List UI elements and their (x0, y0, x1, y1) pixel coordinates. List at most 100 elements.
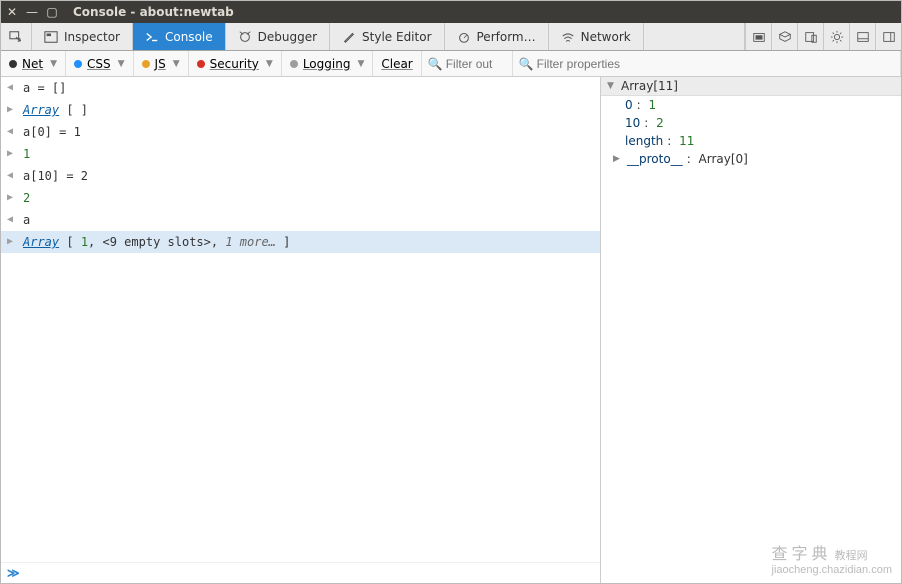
tab-label: Console (165, 30, 213, 44)
filter-label: JS (155, 57, 166, 71)
log-text: a (23, 211, 30, 229)
log-text: 1 (23, 145, 30, 163)
console-log-rows: a = [] Array [ ] a[0] = 1 1 a[10] = 2 2 (1, 77, 600, 583)
inspector-node[interactable]: ▶ __proto__: Array[0] (601, 150, 901, 168)
inspector-root-node[interactable]: ▼ Array[11] (601, 77, 901, 96)
filter-js[interactable]: JS ▼ (134, 51, 189, 76)
dock-icon (856, 30, 870, 44)
inspector-node[interactable]: 10: 2 (601, 114, 901, 132)
node-label: Array[11] (621, 79, 678, 93)
inspector-node[interactable]: length: 11 (601, 132, 901, 150)
toolbox-pick-button[interactable] (1, 23, 32, 50)
main-split: a = [] Array [ ] a[0] = 1 1 a[10] = 2 2 (1, 77, 901, 583)
filter-logging[interactable]: Logging ▼ (282, 51, 374, 76)
filter-label: CSS (87, 57, 111, 71)
filter-security[interactable]: Security ▼ (189, 51, 282, 76)
log-text: a[0] = 1 (23, 123, 81, 141)
node-key: __proto__ (627, 152, 683, 166)
performance-icon (457, 30, 471, 44)
toolbox-buttons (745, 23, 901, 50)
node-value: 2 (656, 116, 664, 130)
clear-label: Clear (381, 57, 412, 71)
console-output: a = [] Array [ ] a[0] = 1 1 a[10] = 2 2 (1, 77, 601, 583)
dock-side-button[interactable] (875, 23, 901, 50)
devtools-tabbar: Inspector Console Debugger Style Editor … (1, 23, 901, 51)
window-titlebar: ✕ — ▢ Console - about:newtab (1, 1, 901, 23)
filter-properties-field[interactable]: 🔍 (513, 51, 901, 76)
tab-label: Style Editor (362, 30, 431, 44)
clear-button[interactable]: Clear (373, 51, 421, 76)
tab-label: Network (581, 30, 631, 44)
screenshot-button[interactable] (745, 23, 771, 50)
filter-net[interactable]: Net ▼ (1, 51, 66, 76)
filter-properties-input[interactable] (537, 57, 894, 71)
console-prompt[interactable]: ≫ (1, 562, 600, 583)
dock-side-icon (882, 30, 896, 44)
window-maximize-icon[interactable]: ▢ (47, 7, 57, 17)
filter-output-field[interactable]: 🔍 (422, 51, 513, 76)
filter-dot (74, 60, 82, 68)
storage-button[interactable] (771, 23, 797, 50)
filter-label: Net (22, 57, 43, 71)
chevron-down-icon[interactable]: ▼ (118, 59, 125, 69)
tab-label: Inspector (64, 30, 120, 44)
filter-dot (142, 60, 150, 68)
prompt-icon: ≫ (7, 566, 20, 580)
node-key: 0 (625, 98, 633, 112)
filter-output-input[interactable] (446, 57, 506, 71)
tab-label: Perform… (477, 30, 536, 44)
console-output-row: 1 (1, 143, 600, 165)
object-inspector: ▼ Array[11] 0: 1 10: 2 length: 11 ▶ __pr… (601, 77, 901, 583)
triangle-expanded-icon[interactable]: ▼ (607, 81, 617, 91)
tab-performance[interactable]: Perform… (445, 23, 549, 50)
debugger-icon (238, 30, 252, 44)
inspect-element-icon (9, 30, 23, 44)
responsive-button[interactable] (797, 23, 823, 50)
chevron-down-icon[interactable]: ▼ (357, 59, 364, 69)
input-arrow-icon (5, 79, 15, 97)
tab-console[interactable]: Console (133, 23, 226, 50)
search-icon: 🔍 (428, 57, 443, 71)
inspector-icon (44, 30, 58, 44)
output-arrow-icon (5, 145, 15, 163)
settings-button[interactable] (823, 23, 849, 50)
output-arrow-icon (5, 189, 15, 207)
filter-label: Security (210, 57, 259, 71)
node-value: 1 (649, 98, 657, 112)
chevron-down-icon[interactable]: ▼ (50, 59, 57, 69)
dock-button[interactable] (849, 23, 875, 50)
input-arrow-icon (5, 211, 15, 229)
console-output-row[interactable]: Array [ 1, <9 empty slots>, 1 more… ] (1, 231, 600, 253)
chevron-down-icon[interactable]: ▼ (266, 59, 273, 69)
responsive-icon (804, 30, 818, 44)
log-text: a[10] = 2 (23, 167, 88, 185)
console-output-row: 2 (1, 187, 600, 209)
console-output-row[interactable]: Array [ ] (1, 99, 600, 121)
network-icon (561, 30, 575, 44)
tab-style-editor[interactable]: Style Editor (330, 23, 444, 50)
style-editor-icon (342, 30, 356, 44)
log-text: a = [] (23, 79, 66, 97)
node-key: length (625, 134, 663, 148)
tab-inspector[interactable]: Inspector (32, 23, 133, 50)
inspector-node[interactable]: 0: 1 (601, 96, 901, 114)
chevron-down-icon[interactable]: ▼ (173, 59, 180, 69)
filter-dot (197, 60, 205, 68)
log-text[interactable]: Array [ ] (23, 101, 88, 119)
filter-css[interactable]: CSS ▼ (66, 51, 134, 76)
node-key: 10 (625, 116, 640, 130)
output-arrow-icon (5, 101, 15, 119)
input-arrow-icon (5, 167, 15, 185)
triangle-collapsed-icon[interactable]: ▶ (613, 154, 623, 164)
frame-icon (752, 30, 766, 44)
tab-network[interactable]: Network (549, 23, 644, 50)
log-text[interactable]: Array [ 1, <9 empty slots>, 1 more… ] (23, 233, 290, 251)
console-input-row: a (1, 209, 600, 231)
window-minimize-icon[interactable]: — (27, 7, 37, 17)
tab-debugger[interactable]: Debugger (226, 23, 330, 50)
output-arrow-icon (5, 233, 15, 251)
filter-dot (290, 60, 298, 68)
input-arrow-icon (5, 123, 15, 141)
window-close-icon[interactable]: ✕ (7, 7, 17, 17)
console-input-row: a[0] = 1 (1, 121, 600, 143)
